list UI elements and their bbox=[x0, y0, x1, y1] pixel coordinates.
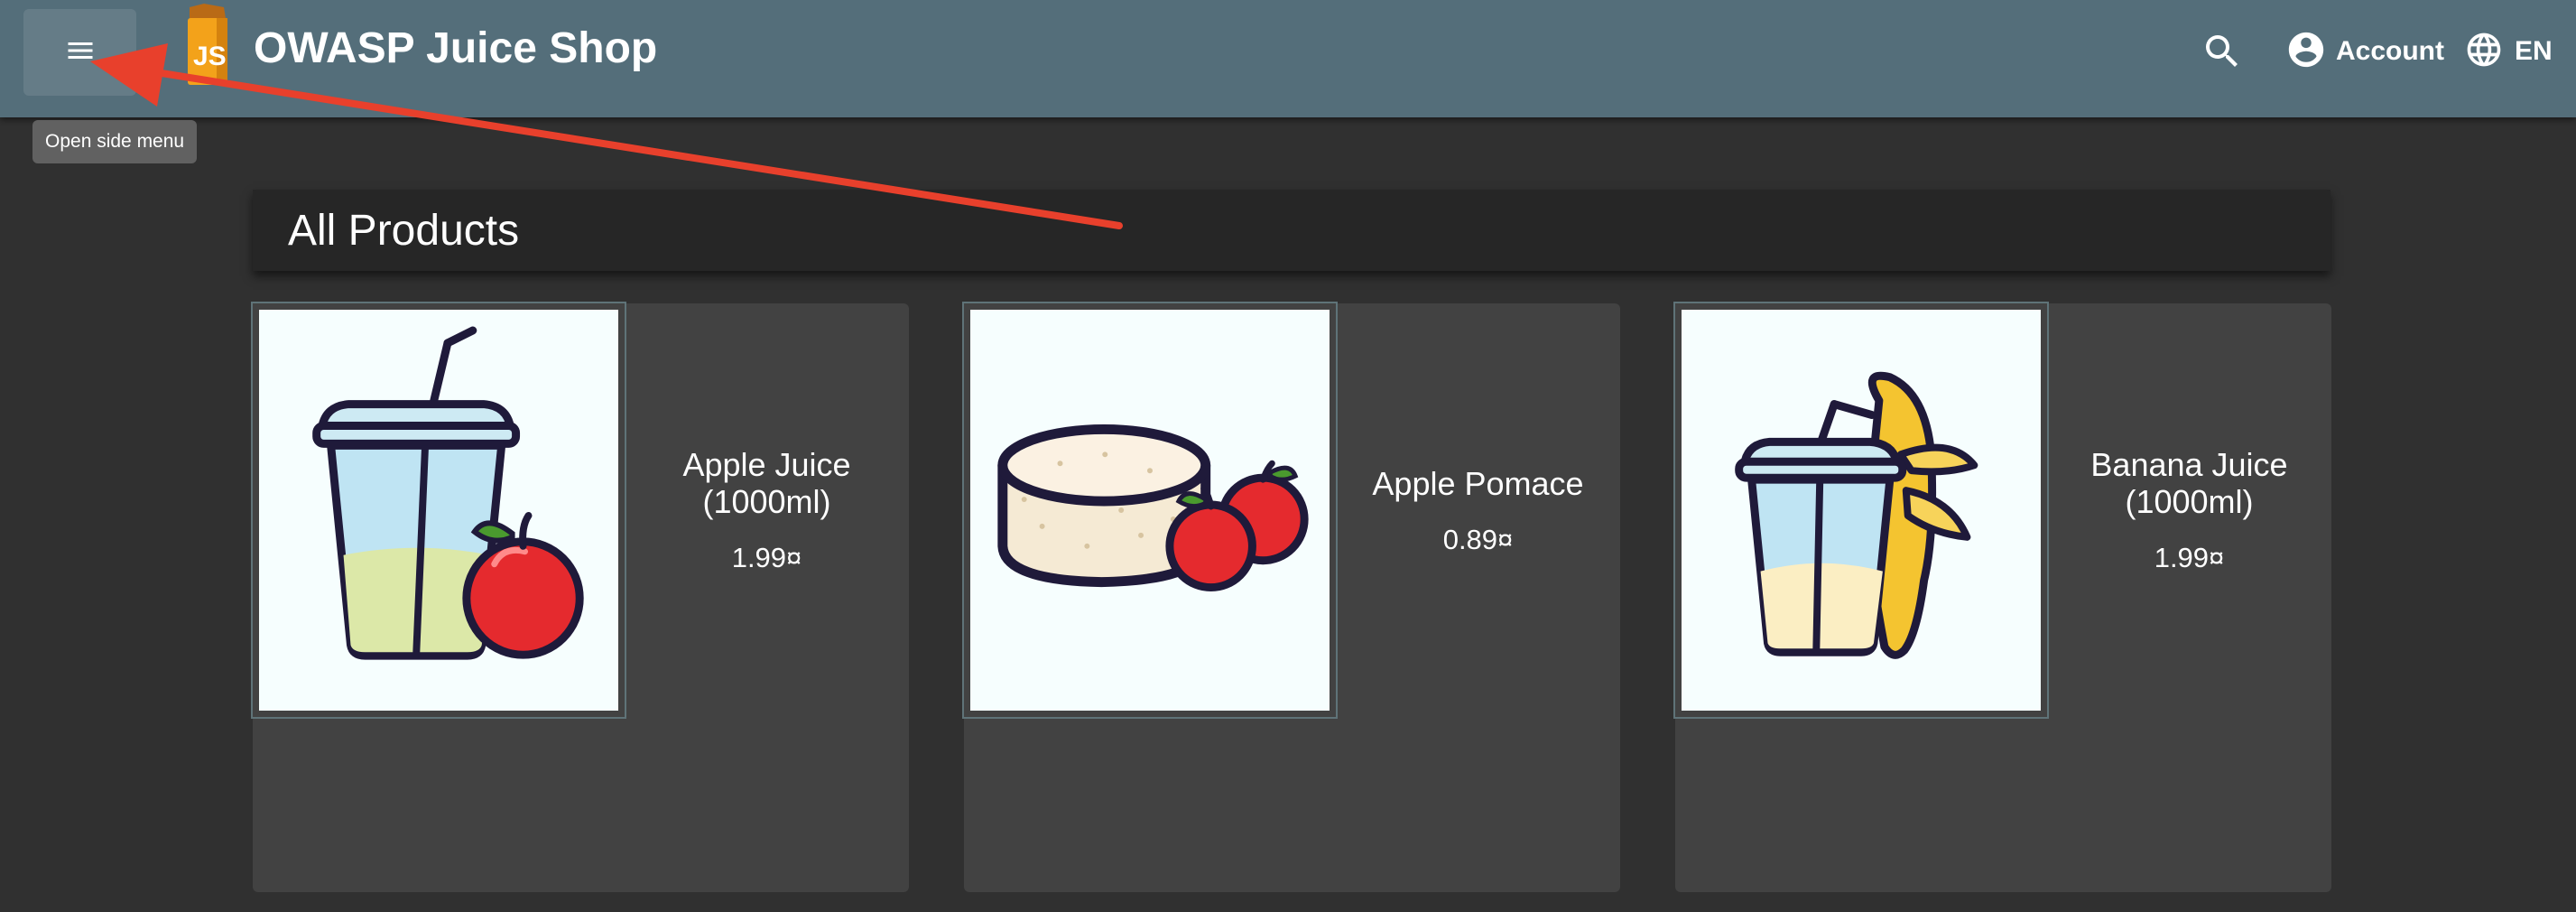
menu-icon bbox=[60, 34, 100, 71]
product-name: Apple Pomace bbox=[1372, 464, 1584, 502]
product-image[interactable] bbox=[251, 302, 626, 719]
product-image[interactable] bbox=[962, 302, 1338, 719]
product-image[interactable] bbox=[1673, 302, 2049, 719]
language-label: EN bbox=[2515, 36, 2553, 66]
product-card[interactable]: Apple Juice (1000ml) 1.99¤ bbox=[251, 302, 909, 892]
product-price: 1.99¤ bbox=[731, 542, 802, 573]
all-products-header: All Products bbox=[253, 190, 2330, 271]
product-info: Apple Juice (1000ml) 1.99¤ bbox=[625, 303, 909, 717]
app-title[interactable]: OWASP Juice Shop bbox=[254, 23, 657, 73]
product-name: Apple Juice (1000ml) bbox=[682, 446, 851, 520]
product-card[interactable]: Apple Pomace 0.89¤ bbox=[962, 302, 1620, 892]
open-side-menu-button[interactable] bbox=[23, 9, 136, 96]
search-button[interactable] bbox=[2201, 30, 2244, 73]
product-info: Banana Juice (1000ml) 1.99¤ bbox=[2047, 303, 2331, 717]
open-side-menu-tooltip: Open side menu bbox=[32, 120, 198, 163]
product-name: Banana Juice (1000ml) bbox=[2090, 446, 2288, 520]
globe-icon bbox=[2464, 30, 2504, 74]
juice-shop-logo[interactable]: JS bbox=[177, 2, 236, 92]
product-price: 1.99¤ bbox=[2154, 542, 2225, 573]
product-price: 0.89¤ bbox=[1442, 523, 1514, 555]
product-card[interactable]: Banana Juice (1000ml) 1.99¤ bbox=[1673, 302, 2331, 892]
logo-lettering: JS bbox=[193, 42, 227, 71]
account-circle-icon bbox=[2285, 29, 2327, 75]
page-title: All Products bbox=[288, 207, 520, 255]
account-button[interactable]: Account bbox=[2285, 27, 2444, 76]
language-button[interactable]: EN bbox=[2464, 27, 2553, 76]
top-toolbar: JS OWASP Juice Shop Account EN bbox=[0, 0, 2576, 117]
search-icon bbox=[2201, 35, 2244, 77]
account-label: Account bbox=[2336, 36, 2444, 66]
product-info: Apple Pomace 0.89¤ bbox=[1336, 303, 1620, 717]
